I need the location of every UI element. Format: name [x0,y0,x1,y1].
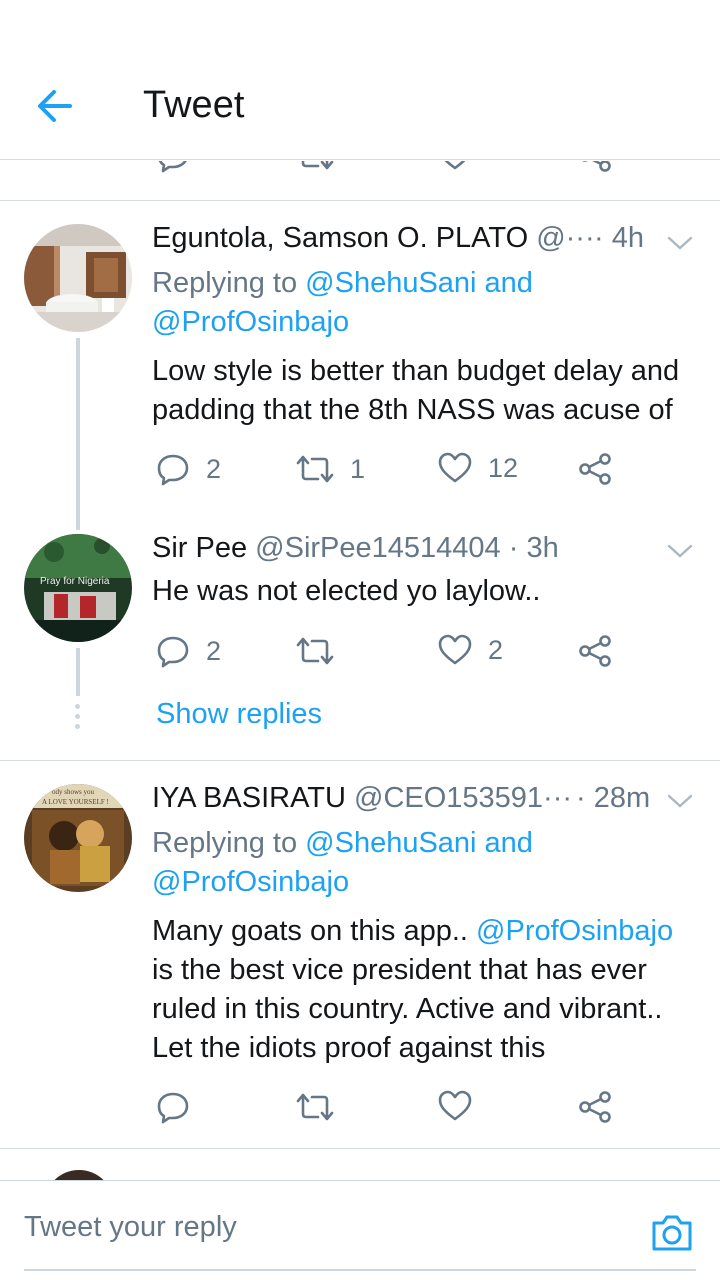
tweet-text: He was not elected yo laylow.. [152,575,541,607]
chevron-down-icon[interactable] [666,792,694,810]
display-name[interactable]: Sir Pee [152,532,247,564]
timestamp: · 3h [508,532,559,564]
back-arrow-icon [38,90,72,122]
like-count: 12 [488,452,519,483]
handle[interactable]: @SirPee14514404 [255,532,501,564]
avatar[interactable]: Pray for Nigeria [24,534,132,642]
retweet-icon [296,455,334,483]
reply-button[interactable]: 2 [156,634,221,668]
share-button[interactable] [578,452,612,486]
thread-dots [74,704,82,734]
share-icon [579,635,611,667]
like-count: 2 [488,634,504,665]
thread-line [76,338,80,530]
tweet-actions [0,1090,720,1130]
timestamp: · 4h [594,222,644,254]
tweet-header: IYA BASIRATU @CEO153591··· [152,782,592,815]
replying-to: Replying to @ShehuSani and @ProfOsinbajo [152,267,533,338]
display-name[interactable]: IYA BASIRATU [152,782,346,814]
retweet-button[interactable] [296,161,334,173]
like-icon [438,452,472,483]
reply-composer: Tweet your reply [0,1180,720,1280]
tweet-header: Eguntola, Samson O. PLATO @··· [152,222,652,255]
tweet-actions: 2 1 12 [0,452,720,492]
tweet-actions: 2 2 [0,634,720,674]
tweet-text: Many goats on this app.. @ProfOsinbajo i… [152,915,674,1064]
reply-icon [158,161,187,173]
mention-link[interactable]: @ShehuSani and [305,827,533,859]
top-app-bar: Tweet [0,0,720,160]
reply-count: 2 [206,453,222,484]
tweet-text: Low style is better than budget delay an… [152,355,680,426]
handle[interactable]: @CEO153591··· [354,782,572,814]
like-button[interactable]: 12 [438,452,518,484]
previous-tweet-actions [0,161,720,201]
divider [0,760,720,761]
replying-to: Replying to @ShehuSani and @ProfOsinbajo [152,827,533,898]
reply-input[interactable]: Tweet your reply [24,1211,696,1271]
like-icon [438,634,472,665]
share-button[interactable] [578,634,612,668]
camera-button[interactable] [650,1213,694,1253]
share-icon [582,161,611,172]
mention-link[interactable]: @ProfOsinbajo [152,306,349,338]
avatar[interactable]: ody shows you A LOVE YOURSELF ! [24,784,132,892]
avatar-caption: Pray for Nigeria [40,576,110,587]
reply-icon [157,454,189,486]
like-button[interactable]: 2 [438,634,503,666]
show-replies-link[interactable]: Show replies [156,698,322,731]
reply-icon [157,1092,189,1124]
retweet-button[interactable] [296,634,350,668]
mention-link[interactable]: @ProfOsinbajo [152,866,349,898]
display-name[interactable]: Eguntola, Samson O. PLATO [152,222,528,254]
retweet-button[interactable]: 1 [296,452,365,486]
divider [0,1148,720,1149]
like-button[interactable] [438,1090,488,1122]
retweet-count: 1 [350,453,366,484]
mention-link[interactable]: @ProfOsinbajo [476,915,673,947]
like-icon [444,161,466,170]
avatar-caption: A LOVE YOURSELF ! [42,798,109,806]
retweet-icon [296,637,334,665]
avatar-caption: ody shows you [52,788,95,796]
chevron-down-icon[interactable] [666,542,694,560]
retweet-icon [296,1093,334,1121]
tweet-header: Sir Pee @SirPee14514404 · 3h [152,532,642,565]
like-button[interactable] [438,161,472,171]
handle[interactable]: @··· [536,222,594,254]
page-title: Tweet [143,84,245,126]
chevron-down-icon[interactable] [666,234,694,252]
reply-button[interactable] [156,161,190,173]
retweet-button[interactable] [296,1090,350,1124]
share-button[interactable] [578,161,612,173]
share-icon [579,453,611,485]
camera-icon [652,1215,692,1251]
retweet-icon [301,161,334,170]
avatar[interactable] [24,224,132,332]
reply-icon [157,636,189,668]
like-icon [438,1090,472,1121]
timestamp: · 28m [576,782,651,814]
reply-button[interactable] [156,1090,206,1124]
share-button[interactable] [578,1090,612,1124]
share-icon [579,1091,611,1123]
reply-button[interactable]: 2 [156,452,221,486]
reply-count: 2 [206,635,222,666]
back-button[interactable] [30,82,82,130]
mention-link[interactable]: @ShehuSani and [305,267,533,299]
